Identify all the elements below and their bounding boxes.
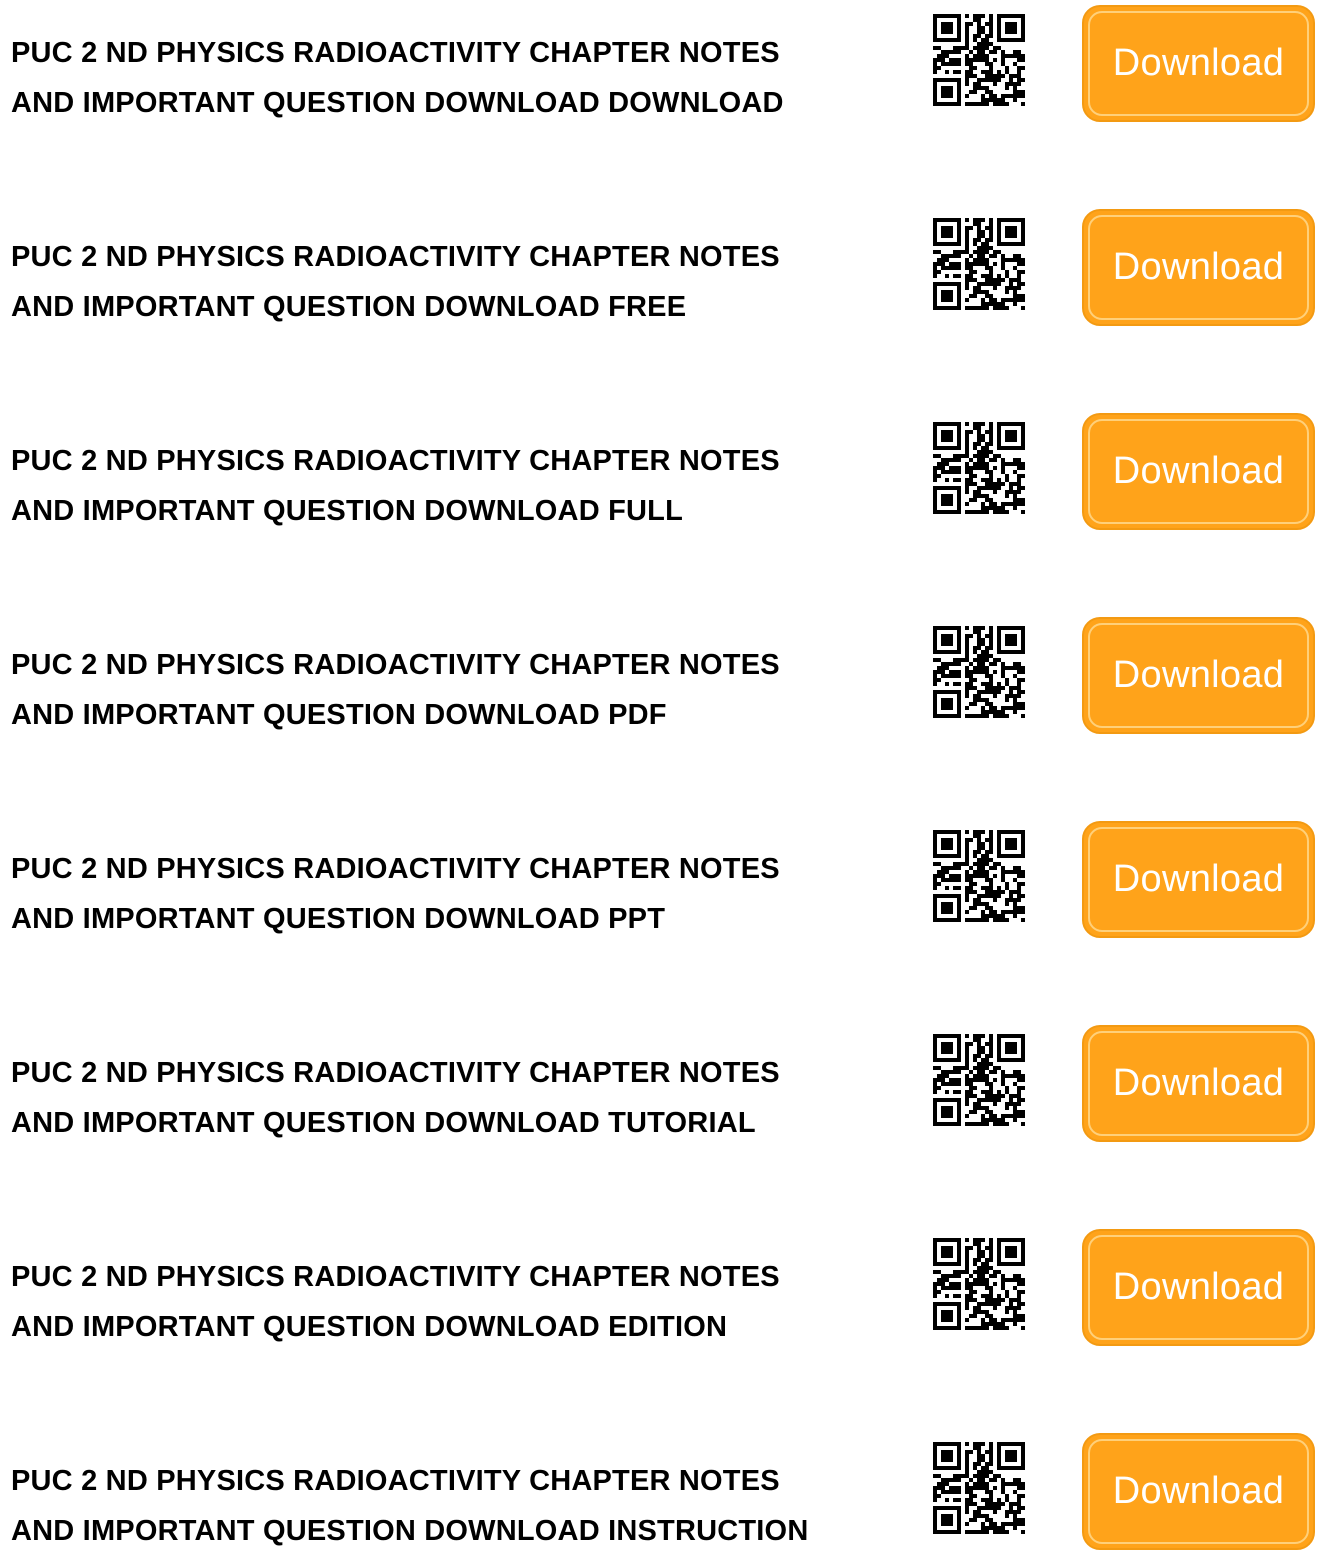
download-button-label: Download: [1088, 623, 1309, 728]
download-button[interactable]: Download: [1082, 617, 1315, 734]
download-button-label: Download: [1088, 827, 1309, 932]
list-item: PUC 2 ND PHYSICS RADIOACTIVITY CHAPTER N…: [0, 204, 1319, 326]
qr-code-icon: [933, 422, 1025, 514]
download-button[interactable]: Download: [1082, 413, 1315, 530]
item-title: PUC 2 ND PHYSICS RADIOACTIVITY CHAPTER N…: [11, 1048, 901, 1148]
download-button[interactable]: Download: [1082, 821, 1315, 938]
list-item: PUC 2 ND PHYSICS RADIOACTIVITY CHAPTER N…: [0, 1224, 1319, 1346]
qr-code-icon: [933, 218, 1025, 310]
item-title: PUC 2 ND PHYSICS RADIOACTIVITY CHAPTER N…: [11, 844, 901, 944]
download-button-label: Download: [1088, 215, 1309, 320]
download-button[interactable]: Download: [1082, 1229, 1315, 1346]
list-item: PUC 2 ND PHYSICS RADIOACTIVITY CHAPTER N…: [0, 816, 1319, 938]
download-button-label: Download: [1088, 11, 1309, 116]
item-title: PUC 2 ND PHYSICS RADIOACTIVITY CHAPTER N…: [11, 1252, 901, 1352]
list-item: PUC 2 ND PHYSICS RADIOACTIVITY CHAPTER N…: [0, 1020, 1319, 1142]
item-title-line-2: AND IMPORTANT QUESTION DOWNLOAD PDF: [11, 699, 667, 731]
item-title-line-2: AND IMPORTANT QUESTION DOWNLOAD FULL: [11, 495, 683, 527]
list-item: PUC 2 ND PHYSICS RADIOACTIVITY CHAPTER N…: [0, 408, 1319, 530]
item-title-line-2: AND IMPORTANT QUESTION DOWNLOAD EDITION: [11, 1311, 728, 1343]
item-title-line-2: AND IMPORTANT QUESTION DOWNLOAD TUTORIAL: [11, 1107, 756, 1139]
item-title-line-1: PUC 2 ND PHYSICS RADIOACTIVITY CHAPTER N…: [11, 1057, 780, 1089]
item-title-line-2: AND IMPORTANT QUESTION DOWNLOAD PPT: [11, 903, 666, 935]
item-title-line-2: AND IMPORTANT QUESTION DOWNLOAD FREE: [11, 291, 687, 323]
item-title: PUC 2 ND PHYSICS RADIOACTIVITY CHAPTER N…: [11, 436, 901, 536]
item-title-line-1: PUC 2 ND PHYSICS RADIOACTIVITY CHAPTER N…: [11, 241, 780, 273]
item-title-line-2: AND IMPORTANT QUESTION DOWNLOAD INSTRUCT…: [11, 1515, 809, 1547]
qr-code-icon: [933, 1238, 1025, 1330]
item-title: PUC 2 ND PHYSICS RADIOACTIVITY CHAPTER N…: [11, 232, 901, 332]
list-item: PUC 2 ND PHYSICS RADIOACTIVITY CHAPTER N…: [0, 1428, 1319, 1550]
item-title-line-1: PUC 2 ND PHYSICS RADIOACTIVITY CHAPTER N…: [11, 649, 780, 681]
qr-code-icon: [933, 1034, 1025, 1126]
item-title-line-1: PUC 2 ND PHYSICS RADIOACTIVITY CHAPTER N…: [11, 37, 780, 69]
download-button-label: Download: [1088, 1235, 1309, 1340]
download-button[interactable]: Download: [1082, 1025, 1315, 1142]
download-button[interactable]: Download: [1082, 209, 1315, 326]
list-item: PUC 2 ND PHYSICS RADIOACTIVITY CHAPTER N…: [0, 0, 1319, 122]
item-title-line-1: PUC 2 ND PHYSICS RADIOACTIVITY CHAPTER N…: [11, 1261, 780, 1293]
qr-code-icon: [933, 626, 1025, 718]
list-item: PUC 2 ND PHYSICS RADIOACTIVITY CHAPTER N…: [0, 612, 1319, 734]
download-button[interactable]: Download: [1082, 5, 1315, 122]
qr-code-icon: [933, 14, 1025, 106]
download-button-label: Download: [1088, 1439, 1309, 1544]
download-button[interactable]: Download: [1082, 1433, 1315, 1550]
qr-code-icon: [933, 830, 1025, 922]
item-title-line-1: PUC 2 ND PHYSICS RADIOACTIVITY CHAPTER N…: [11, 853, 780, 885]
item-title: PUC 2 ND PHYSICS RADIOACTIVITY CHAPTER N…: [11, 28, 901, 128]
qr-code-icon: [933, 1442, 1025, 1534]
download-button-label: Download: [1088, 419, 1309, 524]
item-title-line-1: PUC 2 ND PHYSICS RADIOACTIVITY CHAPTER N…: [11, 445, 780, 477]
item-title-line-1: PUC 2 ND PHYSICS RADIOACTIVITY CHAPTER N…: [11, 1465, 780, 1497]
item-title-line-2: AND IMPORTANT QUESTION DOWNLOAD DOWNLOAD: [11, 87, 784, 119]
item-title: PUC 2 ND PHYSICS RADIOACTIVITY CHAPTER N…: [11, 1456, 901, 1556]
item-title: PUC 2 ND PHYSICS RADIOACTIVITY CHAPTER N…: [11, 640, 901, 740]
download-button-label: Download: [1088, 1031, 1309, 1136]
